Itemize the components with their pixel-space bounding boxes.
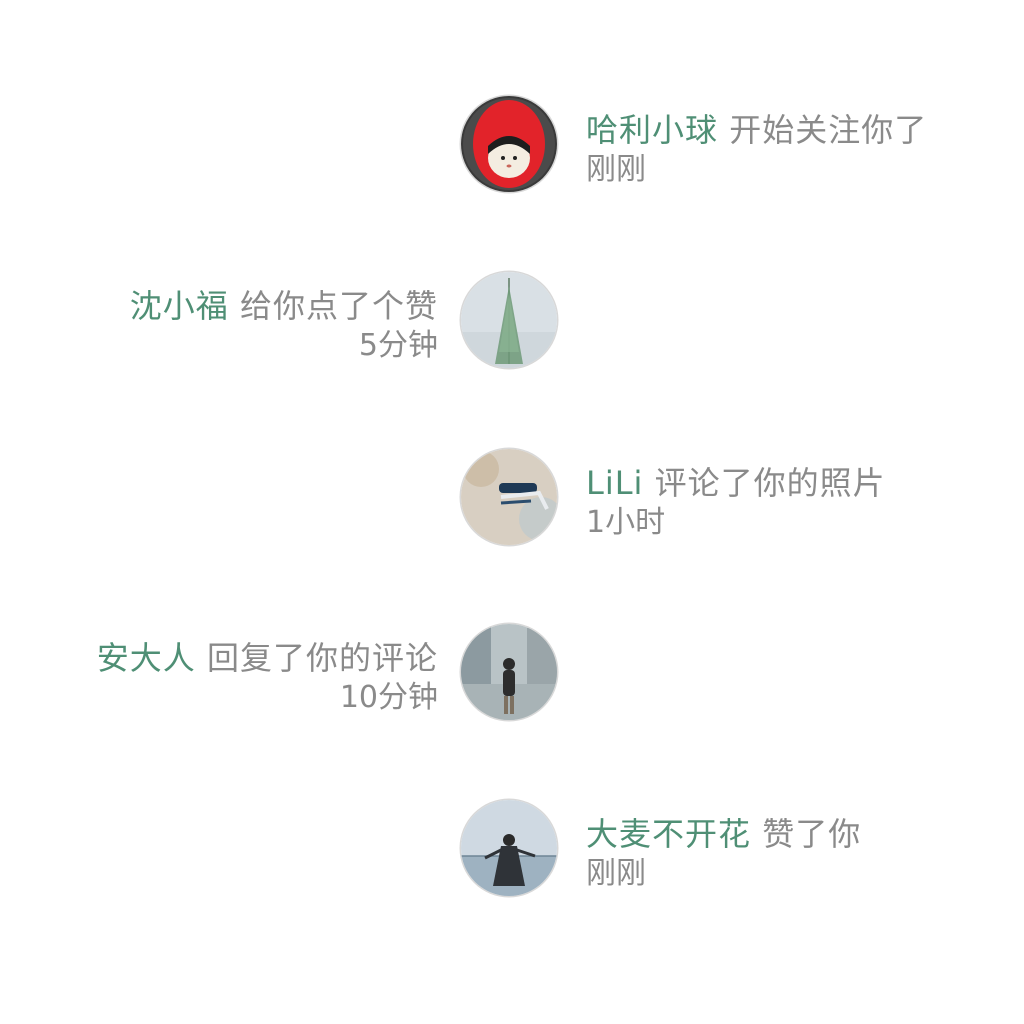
notification-text: LiLi 评论了你的照片 1小时: [586, 463, 886, 543]
action-text: 评论了你的照片: [654, 464, 886, 502]
notification-text: 哈利小球 开始关注你了 刚刚: [586, 110, 927, 190]
timestamp: 10分钟: [339, 680, 438, 715]
username-link[interactable]: 大麦不开花: [586, 815, 751, 853]
username-link[interactable]: 哈利小球: [586, 111, 718, 149]
timestamp: 刚刚: [586, 152, 646, 187]
action-text: 赞了你: [762, 815, 862, 853]
pine-tree-avatar-icon: [461, 272, 557, 368]
bicycle-avatar-icon: [461, 449, 557, 545]
notification-item[interactable]: 大麦不开花 赞了你 刚刚: [0, 800, 1024, 900]
avatar[interactable]: [461, 96, 557, 192]
action-text: 给你点了个赞: [239, 287, 438, 325]
notification-text: 沈小福 给你点了个赞 5分钟: [130, 286, 438, 366]
notification-text: 大麦不开花 赞了你 刚刚: [586, 814, 861, 894]
username-link[interactable]: 沈小福: [130, 287, 229, 325]
notification-item[interactable]: 安大人 回复了你的评论 10分钟: [0, 624, 1024, 724]
red-hood-avatar-icon: [461, 96, 557, 192]
seaside-photo-avatar-icon: [461, 800, 557, 896]
notification-item[interactable]: 沈小福 给你点了个赞 5分钟: [0, 272, 1024, 372]
notification-feed: 哈利小球 开始关注你了 刚刚 沈小福 给你点了个赞 5分钟 LiLi 评论了你的…: [0, 0, 1024, 1024]
street-photo-avatar-icon: [461, 624, 557, 720]
avatar[interactable]: [461, 272, 557, 368]
timestamp: 刚刚: [586, 856, 646, 891]
timestamp: 5分钟: [358, 328, 438, 363]
avatar[interactable]: [461, 800, 557, 896]
action-text: 回复了你的评论: [206, 639, 438, 677]
username-link[interactable]: 安大人: [97, 639, 196, 677]
notification-item[interactable]: LiLi 评论了你的照片 1小时: [0, 449, 1024, 549]
notification-text: 安大人 回复了你的评论 10分钟: [97, 638, 438, 718]
username-link[interactable]: LiLi: [586, 464, 643, 502]
timestamp: 1小时: [586, 505, 666, 540]
notification-item[interactable]: 哈利小球 开始关注你了 刚刚: [0, 96, 1024, 196]
avatar[interactable]: [461, 449, 557, 545]
avatar[interactable]: [461, 624, 557, 720]
action-text: 开始关注你了: [729, 111, 928, 149]
